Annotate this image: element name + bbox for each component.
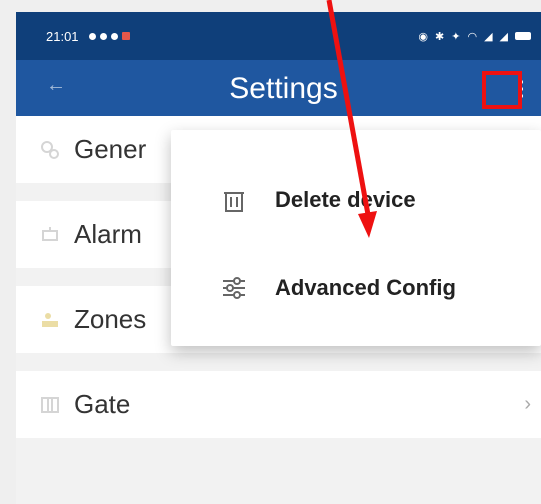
eye-icon: ◉ — [418, 30, 430, 43]
annotation-highlight-box — [482, 71, 522, 109]
zones-icon — [42, 312, 58, 327]
list-item-gate[interactable]: Gate › — [16, 371, 541, 438]
notification-icon — [88, 32, 96, 40]
notification-icon — [99, 32, 107, 40]
phone-screen: 21:01 ◉ ✱ ✦ ◠ ◢ ◢ ← Settings Gener Alarm — [16, 12, 541, 504]
menu-item-label: Advanced Config — [275, 275, 456, 300]
menu-item-advanced-config[interactable]: Advanced Config — [171, 248, 541, 328]
sliders-icon — [223, 277, 245, 299]
signal-icon: ◢ — [499, 30, 509, 43]
status-left: 21:01 — [46, 29, 130, 44]
menu-item-delete-device[interactable]: Delete device — [171, 160, 541, 240]
signal-icon: ◢ — [484, 30, 494, 43]
chevron-right-icon: › — [524, 393, 531, 415]
app-notification-icon — [121, 32, 130, 40]
battery-icon — [515, 32, 531, 40]
list-item-label: Gate — [74, 389, 131, 419]
app-bar: ← Settings — [16, 60, 541, 116]
menu-item-label: Delete device — [275, 187, 416, 212]
page-title: Settings — [229, 72, 338, 105]
bluetooth-icon: ✱ — [435, 30, 446, 43]
notification-icon — [110, 32, 118, 40]
wifi-icon: ◠ — [467, 30, 479, 43]
list-item-label: Gener — [74, 134, 147, 164]
vibrate-icon: ✦ — [451, 30, 462, 43]
status-icons: ◉ ✱ ✦ ◠ ◢ ◢ — [418, 30, 531, 43]
list-item-label: Alarm — [74, 219, 142, 249]
overflow-menu-popup: Delete device Advanced Config — [171, 130, 541, 346]
gate-icon — [41, 396, 59, 413]
gear-icon — [41, 140, 59, 159]
status-bar: 21:01 ◉ ✱ ✦ ◠ ◢ ◢ — [16, 12, 541, 60]
trash-icon — [224, 192, 244, 212]
list-item-label: Zones — [74, 304, 147, 334]
status-time: 21:01 — [46, 28, 79, 44]
alarm-icon — [42, 226, 58, 241]
